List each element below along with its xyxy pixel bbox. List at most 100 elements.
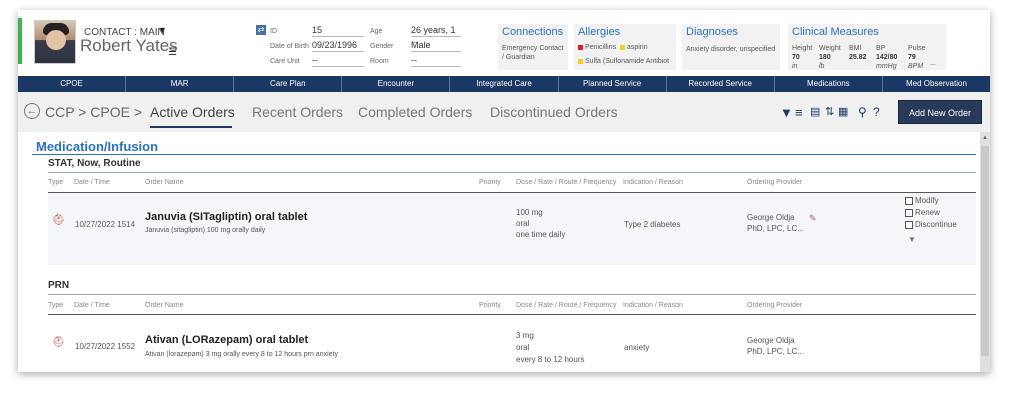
- search-icon[interactable]: ⚲: [858, 105, 867, 119]
- order-row[interactable]: ⛑ 10/27/2022 1514 Januvia (SITagliptin) …: [48, 193, 976, 265]
- main-nav: CPOE MAR Care Plan Encounter Integrated …: [18, 76, 990, 92]
- active-tab-indicator: [150, 126, 232, 128]
- measure-value: 25.82: [849, 54, 867, 61]
- column-header-type: Type: [48, 302, 64, 309]
- connections-widget[interactable]: Connections Emergency Contact / Guardian: [498, 24, 568, 70]
- order-provider-credentials: PhD, LPC, LC...: [747, 224, 804, 233]
- order-detail: Januvia (sitagliptin) 100 mg orally dail…: [145, 227, 266, 234]
- tab-completed-orders[interactable]: Completed Orders: [358, 104, 472, 120]
- nav-item-care-plan[interactable]: Care Plan: [234, 76, 343, 92]
- tab-recent-orders[interactable]: Recent Orders: [252, 104, 343, 120]
- measure-value: 142/80: [876, 54, 898, 61]
- allergies-title: Allergies: [578, 26, 621, 38]
- document-icon[interactable]: ▤: [810, 105, 820, 118]
- nav-item-integrated-care[interactable]: Integrated Care: [450, 76, 559, 92]
- checkbox-icon[interactable]: [905, 220, 913, 229]
- allergy-severity-icon: [620, 44, 625, 50]
- nav-item-cpoe[interactable]: CPOE: [18, 76, 127, 92]
- nav-item-med-observation[interactable]: Med Observation: [883, 76, 990, 92]
- tab-discontinued-orders[interactable]: Discontinued Orders: [490, 104, 618, 120]
- medication-icon: ⛑: [52, 337, 65, 348]
- measure-unit: lb: [819, 63, 825, 70]
- help-icon[interactable]: ?: [873, 105, 880, 119]
- patient-header: CONTACT : MAIN ▼ Robert Yates ☰ ⇄ ID 15 …: [18, 10, 990, 76]
- connections-text: Emergency Contact: [502, 45, 564, 52]
- scroll-thumb[interactable]: [981, 146, 989, 356]
- scroll-up-icon[interactable]: ▲: [982, 135, 988, 141]
- modify-checkbox[interactable]: Modify: [905, 196, 939, 205]
- order-route: oral: [516, 343, 530, 352]
- orders-toolbar: ← CCP > CPOE > Active Orders Recent Orde…: [18, 92, 990, 132]
- measure-label: Pulse: [908, 45, 926, 52]
- id-value: 15: [312, 25, 364, 37]
- column-header-dose: Dose / Rate / Route / Frequency: [516, 302, 617, 309]
- order-route: oral: [516, 219, 530, 228]
- measure-label: BMI: [849, 45, 862, 52]
- filter-icon[interactable]: ▼: [780, 105, 793, 120]
- column-header-indication: Indication / Reason: [623, 302, 683, 309]
- measure-label: Weight: [819, 45, 841, 52]
- signature-icon[interactable]: ✎: [809, 213, 817, 224]
- order-dose: 3 mg: [516, 331, 534, 340]
- care-unit-label: Care Unit: [270, 58, 300, 65]
- nav-item-planned-service[interactable]: Planned Service: [559, 76, 667, 92]
- measure-unit: mmHg: [876, 63, 897, 70]
- diagnoses-widget[interactable]: Diagnoses Anxiety disorder, unspecified: [682, 24, 780, 70]
- dob-value: 09/23/1996: [312, 40, 364, 52]
- checkbox-icon[interactable]: [905, 196, 913, 205]
- group-divider: [48, 294, 976, 295]
- refresh-icon[interactable]: ⇄: [256, 25, 266, 35]
- group-divider: [48, 172, 976, 173]
- list-icon[interactable]: ≡: [795, 105, 803, 120]
- allergy-item: aspirin: [620, 44, 648, 51]
- add-new-order-button[interactable]: Add New Order: [898, 100, 982, 124]
- allergy-severity-icon: [578, 58, 583, 64]
- nav-item-encounter[interactable]: Encounter: [342, 76, 451, 92]
- column-header-datetime: Date / Time: [74, 179, 110, 186]
- caret-down-icon[interactable]: ▼: [158, 25, 167, 35]
- care-unit-value: --: [312, 55, 364, 67]
- nav-item-recorded-service[interactable]: Recorded Service: [667, 76, 775, 92]
- checkbox-icon[interactable]: [905, 208, 913, 217]
- order-detail: Ativan (lorazepam) 3 mg orally every 8 t…: [145, 351, 338, 358]
- order-datetime: 10/27/2022 1514: [75, 220, 136, 229]
- menu-icon[interactable]: ☰: [168, 47, 177, 58]
- dob-label: Date of Birth: [270, 43, 309, 50]
- order-row[interactable]: ⛑ 10/27/2022 1552 Ativan (LORazepam) ora…: [48, 315, 976, 371]
- column-header-dose: Dose / Rate / Route / Frequency: [516, 179, 617, 186]
- vertical-scrollbar[interactable]: ▲: [980, 132, 990, 372]
- allergy-item: Sulfa (Sulfonamide Antibiot: [578, 58, 669, 65]
- back-arrow-icon[interactable]: ←: [24, 103, 40, 119]
- more-measures-button[interactable]: ...: [930, 60, 936, 67]
- column-header-provider: Ordering Provider: [747, 302, 803, 309]
- allergies-widget[interactable]: Allergies Penicillins aspirin Sulfa (Sul…: [574, 24, 676, 70]
- discontinue-checkbox[interactable]: Discontinue: [905, 220, 957, 229]
- order-indication: Type 2 diabetes: [624, 220, 681, 229]
- order-name[interactable]: Ativan (LORazepam) oral tablet: [145, 334, 308, 346]
- order-name[interactable]: Januvia (SITagliptin) oral tablet: [145, 211, 307, 223]
- renew-checkbox[interactable]: Renew: [905, 208, 940, 217]
- connections-title: Connections: [502, 26, 564, 38]
- diagnosis-item: Anxiety disorder, unspecified: [686, 46, 776, 53]
- age-value: 26 years, 1 ...: [411, 25, 461, 45]
- column-header-datetime: Date / Time: [74, 302, 110, 309]
- measure-unit: BPM: [908, 63, 924, 70]
- avatar[interactable]: [34, 20, 76, 64]
- nav-item-mar[interactable]: MAR: [126, 76, 235, 92]
- nav-item-medications[interactable]: Medications: [775, 76, 883, 92]
- column-header-type: Type: [48, 179, 64, 186]
- breadcrumb[interactable]: CCP > CPOE >: [45, 104, 142, 120]
- tab-active-orders[interactable]: Active Orders: [150, 104, 235, 120]
- measure-label: Height: [792, 45, 813, 52]
- connections-text: / Guardian: [502, 54, 535, 61]
- column-header-priority: Priority: [479, 179, 501, 186]
- room-label: Room: [370, 58, 389, 65]
- order-provider-credentials: PhD, LPC, LC...: [747, 347, 804, 356]
- expand-down-icon[interactable]: ▼: [908, 235, 916, 244]
- clinical-measures-title: Clinical Measures: [792, 26, 879, 38]
- section-divider: [32, 154, 976, 155]
- grid-icon[interactable]: ▦: [838, 105, 848, 118]
- clinical-measures-widget[interactable]: Clinical Measures Height Weight BMI BP P…: [788, 24, 946, 70]
- sort-icon[interactable]: ⇅: [825, 105, 834, 118]
- medication-icon: ⛑: [52, 215, 65, 226]
